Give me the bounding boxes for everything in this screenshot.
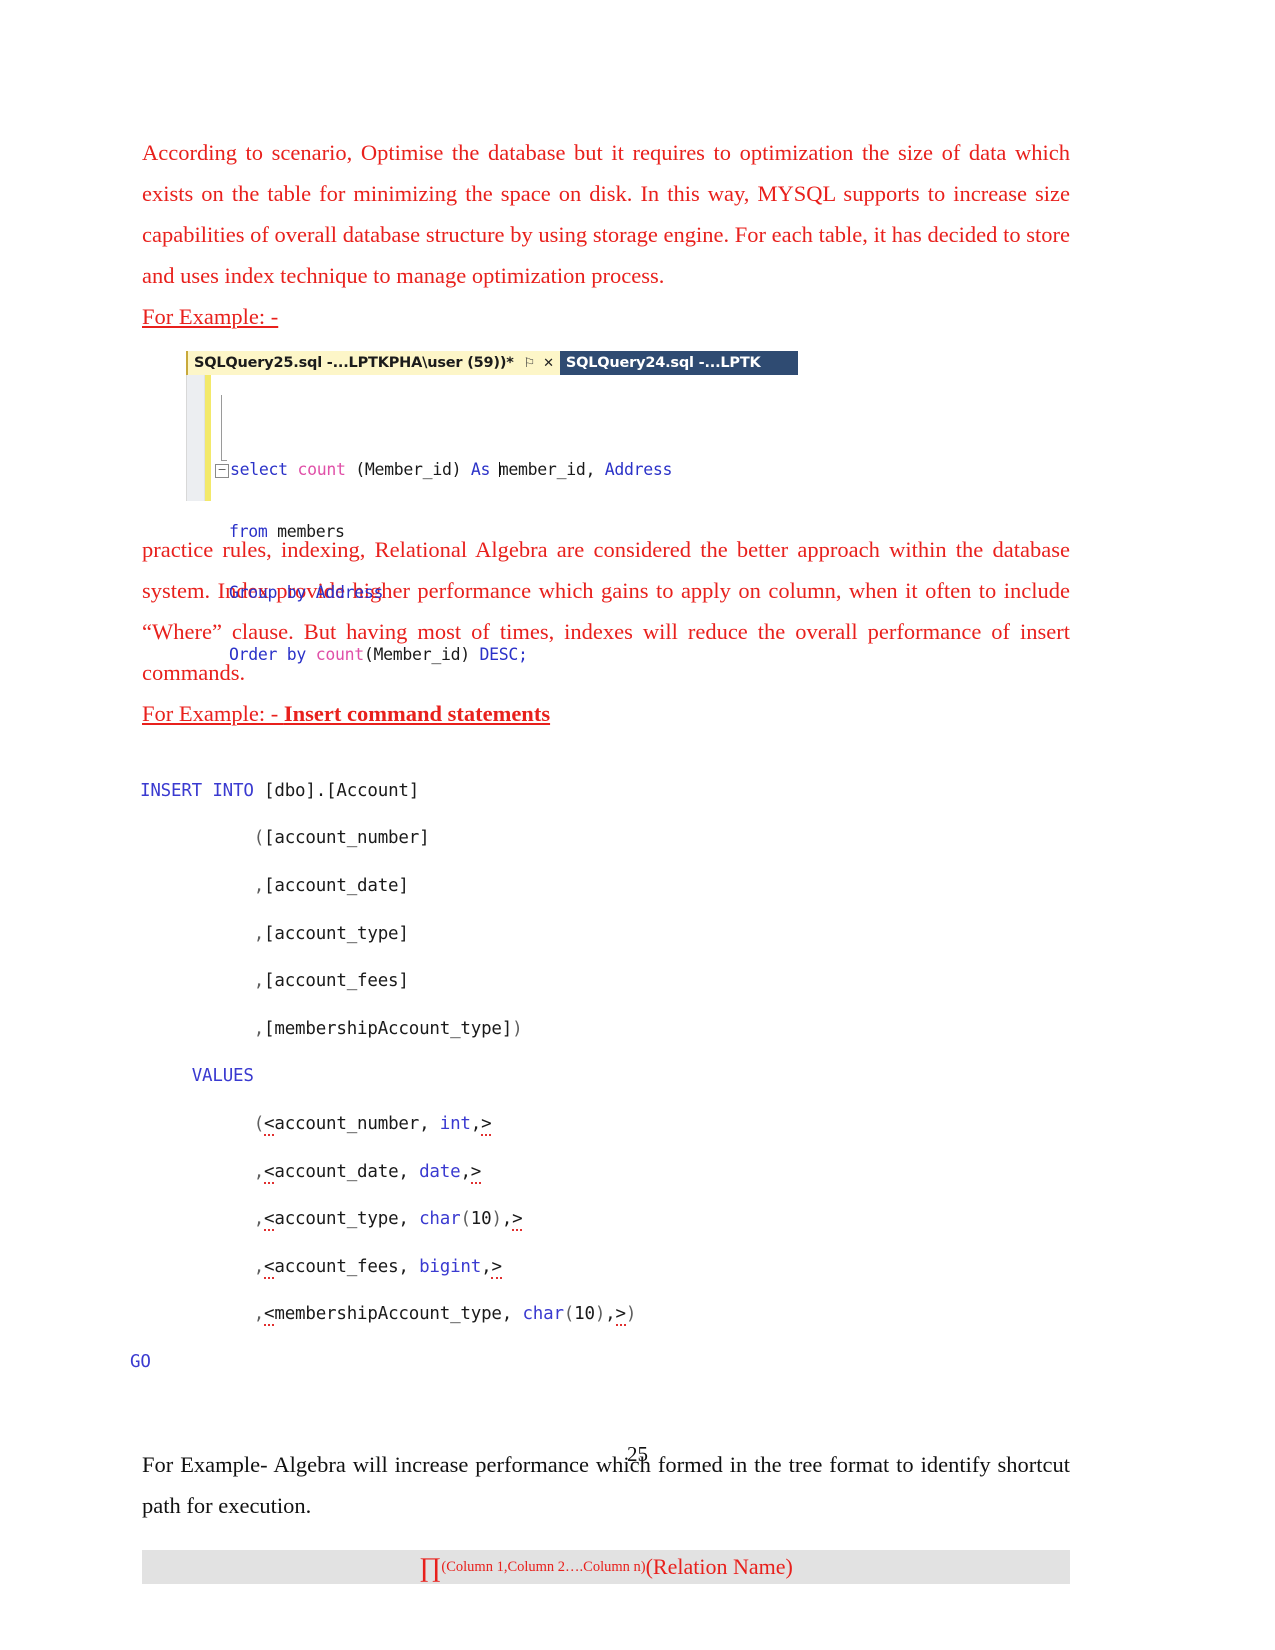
insert-line-8: (<account_number, int,>	[140, 1113, 492, 1136]
insert-line-2: ([account_number]	[140, 828, 430, 849]
relation-name-box: ∏ (Column 1,Column 2….Column n) (Relation …	[142, 1550, 1070, 1585]
ssms-code-line-4: Order by count(Member_id) DESC;	[215, 645, 672, 666]
projection-columns-subscript: (Column 1,Column 2….Column n)	[441, 1558, 646, 1575]
ssms-editor-body: − select count (Member_id) As member_id, …	[186, 375, 798, 664]
sql-arg-member-id: (Member_id)	[355, 460, 471, 479]
sql-keyword-desc: DESC;	[479, 644, 528, 664]
ssms-code-area[interactable]: − select count (Member_id) As member_id, …	[211, 375, 672, 664]
pin-icon[interactable]: ⚐	[524, 356, 536, 371]
sql-keyword-go: GO	[130, 1351, 151, 1372]
ssms-tab-active-title: SQLQuery25.sql -...LPTKPHA\user (59))*	[194, 355, 514, 371]
sql-table-members: members	[277, 521, 345, 541]
outline-foot-line	[221, 460, 227, 461]
ssms-code-line-1: − select count (Member_id) As member_id, …	[215, 460, 672, 481]
page-content: According to scenario, Optimise the data…	[130, 132, 1070, 1585]
ssms-code-line-2: from members	[215, 522, 672, 543]
projection-pi-symbol: ∏	[419, 1551, 442, 1582]
insert-line-5: ,[account_fees]	[140, 971, 409, 992]
sql-function-count-2: count	[315, 644, 364, 664]
ssms-tab-bar: SQLQuery25.sql -...LPTKPHA\user (59))* ⚐…	[186, 351, 798, 375]
insert-statement-block: INSERT INTO [dbo].[Account] ([account_nu…	[130, 756, 1070, 1430]
ssms-tab-inactive-title: SQLQuery24.sql -...LPTK	[565, 355, 761, 371]
insert-line-4: ,[account_type]	[140, 923, 409, 944]
page-number: 25	[627, 1442, 648, 1466]
sql-arg-member-id-2: (Member_id)	[363, 644, 480, 664]
outline-vertical-line	[221, 395, 222, 461]
paragraph-1: According to scenario, Optimise the data…	[142, 140, 1070, 288]
sql-keyword-as: As	[470, 460, 500, 479]
ssms-tab-inactive[interactable]: SQLQuery24.sql -...LPTK	[559, 351, 798, 375]
for-example-label-1: For Example: -	[142, 304, 279, 329]
insert-line-11: ,<account_fees, bigint,>	[140, 1256, 502, 1279]
sql-groupby-address: Address	[315, 583, 384, 602]
insert-line-13: GO	[130, 1351, 1070, 1383]
ssms-tab-active[interactable]: SQLQuery25.sql -...LPTKPHA\user (59))* ⚐…	[186, 351, 560, 375]
sql-function-count: count	[297, 460, 356, 479]
insert-line-12: ,<membershipAccount_type, char(10),>)	[140, 1304, 637, 1327]
insert-line-6: ,[membershipAccount_type])	[140, 1018, 523, 1039]
insert-line-9: ,<account_date, date,>	[140, 1161, 482, 1184]
outline-collapse-icon[interactable]: −	[215, 464, 229, 478]
ssms-screenshot: SQLQuery25.sql -...LPTKPHA\user (59))* ⚐…	[186, 351, 798, 664]
for-example-label-1-wrap: For Example: -	[142, 296, 1070, 337]
ssms-gutter	[187, 375, 205, 501]
sql-keyword-from: from	[229, 521, 278, 541]
close-icon[interactable]: ✕	[543, 356, 554, 371]
sql-keyword-values: VALUES	[191, 1066, 254, 1087]
insert-line-7: VALUES	[140, 1065, 1070, 1089]
sql-keyword-insert-into: INSERT INTO	[140, 780, 254, 801]
insert-line-3: ,[account_date]	[140, 875, 409, 896]
sql-column-address: Address	[604, 460, 673, 479]
sql-keyword-select: select	[230, 460, 298, 479]
document-page: According to scenario, Optimise the data…	[0, 0, 1275, 1650]
sql-alias-member-id: member_id,	[498, 460, 605, 479]
insert-line-10: ,<account_type, char(10),>	[140, 1209, 523, 1232]
sql-keyword-group-by: Group by	[229, 583, 316, 602]
projection-relation-name: (Relation Name)	[645, 1554, 793, 1580]
insert-line-1: INSERT INTO [dbo].[Account]	[140, 780, 420, 801]
ssms-code-line-3: Group by Address	[215, 583, 672, 604]
sql-keyword-order-by: Order by	[229, 644, 316, 664]
